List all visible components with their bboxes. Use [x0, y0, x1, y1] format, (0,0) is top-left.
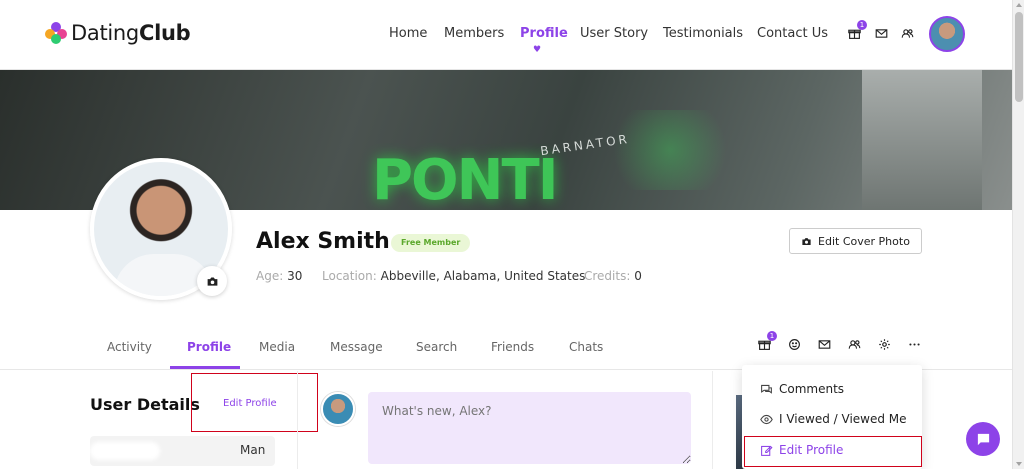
logo-text-bold: Club: [138, 21, 191, 45]
nav-members[interactable]: Members: [444, 26, 504, 41]
scroll-down-arrow-icon[interactable]: [1016, 462, 1022, 466]
edit-cover-label: Edit Cover Photo: [818, 234, 910, 248]
menu-item-comments[interactable]: Comments: [760, 382, 844, 396]
logo[interactable]: DatingClub: [45, 21, 191, 45]
tab-activity[interactable]: Activity: [107, 340, 152, 354]
age-value: 30: [287, 269, 303, 283]
camera-icon: [802, 237, 811, 245]
highlight-edit-profile-link: [191, 373, 318, 432]
menu-item-comments-label: Comments: [779, 382, 845, 396]
cover-sign-text: PONTI: [372, 148, 559, 210]
location-value: Abbeville, Alabama, United States: [380, 269, 586, 283]
header-avatar[interactable]: [929, 16, 965, 52]
logo-text: DatingClub: [71, 21, 191, 45]
tab-message[interactable]: Message: [330, 340, 383, 354]
profile-name: Alex Smith: [256, 229, 390, 254]
credits-label: Credits:: [584, 269, 631, 283]
credits-value: 0: [634, 269, 642, 283]
comments-icon: [761, 384, 772, 394]
profile-credits: Credits: 0: [584, 269, 642, 283]
right-column-divider: [712, 371, 713, 469]
scroll-up-arrow-icon[interactable]: [1016, 3, 1022, 7]
site-header: DatingClub Home Members Profile User Sto…: [0, 0, 1012, 70]
smile-icon[interactable]: [787, 337, 801, 351]
nav-testimonials[interactable]: Testimonials: [663, 26, 743, 41]
header-gift-badge: 1: [857, 20, 867, 30]
page-scrollbar[interactable]: [1012, 0, 1024, 469]
tab-users-icon[interactable]: [847, 337, 861, 351]
whats-new-input[interactable]: [368, 392, 691, 464]
tab-friends[interactable]: Friends: [491, 340, 534, 354]
header-users-icon[interactable]: [900, 26, 914, 40]
nav-profile[interactable]: Profile: [520, 26, 568, 41]
age-label: Age:: [256, 269, 284, 283]
active-tab-indicator: [170, 366, 240, 369]
tab-chats[interactable]: Chats: [569, 340, 603, 354]
nav-user-story[interactable]: User Story: [580, 26, 648, 41]
tab-gift-badge: 1: [767, 331, 777, 341]
logo-mark-icon: [45, 22, 67, 44]
chat-icon: [977, 433, 989, 445]
post-author-avatar: [321, 392, 355, 426]
cover-side-panel: [862, 70, 982, 210]
location-label: Location:: [322, 269, 377, 283]
menu-item-viewed-label: I Viewed / Viewed Me: [779, 412, 907, 426]
tab-profile[interactable]: Profile: [187, 340, 231, 354]
active-heart-icon: ♥: [533, 45, 542, 55]
chat-button[interactable]: [966, 422, 1000, 456]
profile-location: Location: Abbeville, Alabama, United Sta…: [322, 269, 585, 283]
user-details-title: User Details: [90, 395, 200, 414]
gender-value: Man: [240, 443, 266, 457]
scrollbar-thumb[interactable]: [1015, 12, 1023, 102]
logo-text-light: Dating: [71, 21, 139, 45]
menu-item-viewed[interactable]: I Viewed / Viewed Me: [760, 412, 907, 426]
nav-contact-us[interactable]: Contact Us: [757, 26, 828, 41]
tab-media[interactable]: Media: [259, 340, 295, 354]
membership-badge: Free Member: [391, 234, 471, 252]
more-icon[interactable]: [907, 337, 921, 351]
header-mail-icon[interactable]: [874, 26, 888, 40]
eye-icon: [760, 414, 773, 424]
highlight-menu-edit-profile: [744, 436, 922, 467]
header-gift-icon[interactable]: 1: [847, 20, 867, 40]
nav-home[interactable]: Home: [389, 26, 427, 41]
edit-cover-photo-button[interactable]: Edit Cover Photo: [789, 228, 922, 254]
gear-icon[interactable]: [877, 337, 891, 351]
tab-mail-icon[interactable]: [817, 337, 831, 351]
change-avatar-camera-icon[interactable]: [197, 266, 227, 296]
column-divider: [297, 371, 298, 469]
tab-search[interactable]: Search: [416, 340, 457, 354]
cover-glow: [600, 110, 740, 190]
profile-age: Age: 30: [256, 269, 302, 283]
tab-gift-icon[interactable]: 1: [757, 331, 777, 351]
